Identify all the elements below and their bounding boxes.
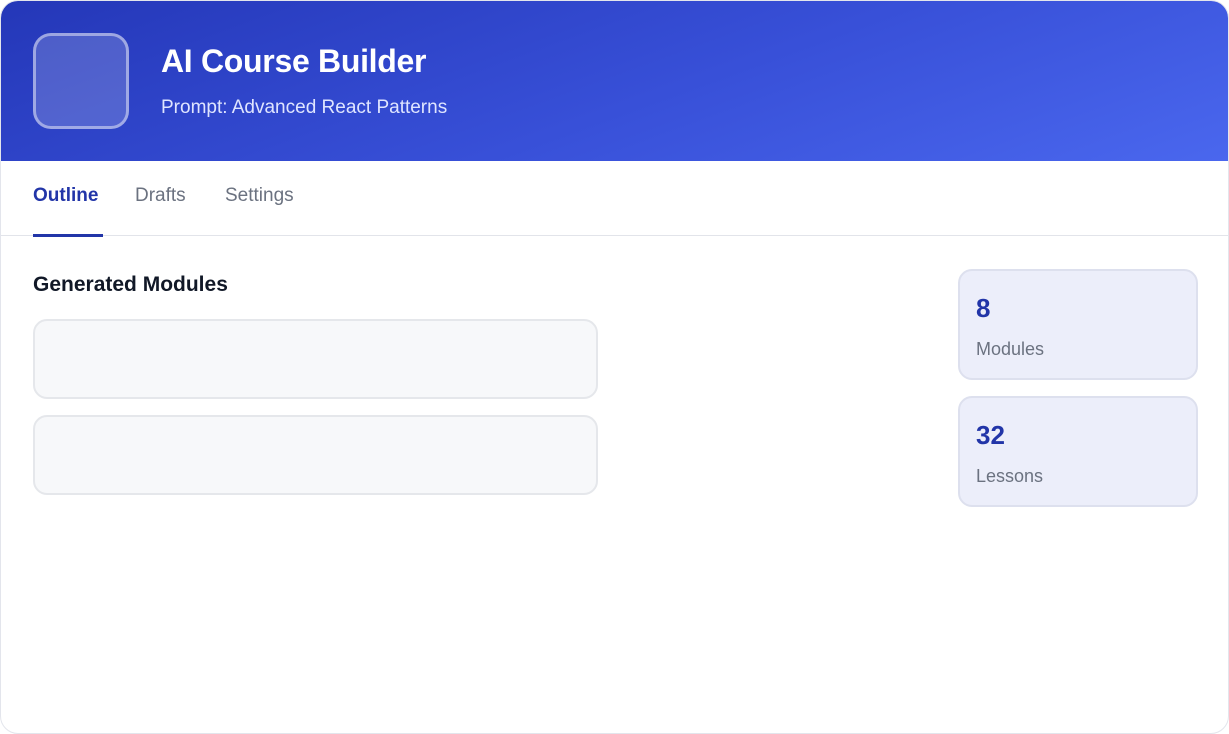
page-title: AI Course Builder: [161, 43, 427, 79]
tab-outline[interactable]: Outline: [33, 161, 103, 237]
prompt-subtitle: Prompt: Advanced React Patterns: [161, 97, 448, 118]
tab-settings[interactable]: Settings: [225, 161, 294, 236]
module-card[interactable]: [33, 319, 598, 399]
stat-label: Lessons: [976, 466, 1044, 486]
stat-label: Modules: [976, 339, 1045, 359]
tab-bar: Outline Drafts Settings: [1, 161, 1228, 237]
app-window: AI Course Builder Prompt: Advanced React…: [0, 0, 1229, 734]
stat-card-modules: 8 Modules: [958, 269, 1198, 380]
tab-drafts[interactable]: Drafts: [135, 161, 186, 236]
stat-value: 32: [976, 420, 1005, 450]
course-logo-placeholder: [33, 33, 129, 129]
header-banner: AI Course Builder Prompt: Advanced React…: [1, 1, 1228, 161]
stat-value: 8: [976, 293, 991, 323]
module-card[interactable]: [33, 415, 598, 495]
section-title: Generated Modules: [33, 273, 228, 296]
stat-card-lessons: 32 Lessons: [958, 396, 1198, 507]
